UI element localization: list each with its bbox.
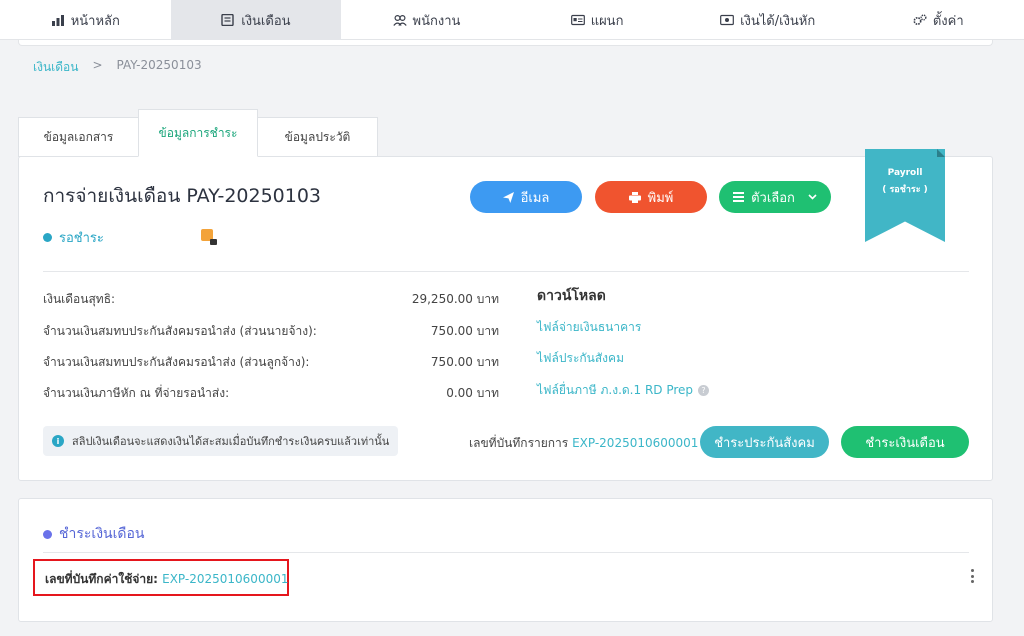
expense-reference: เลขที่บันทึกรายการ EXP-2025010600001 bbox=[469, 434, 698, 453]
nav-item-income-deduction[interactable]: เงินได้/เงินหัก bbox=[682, 0, 853, 40]
locked-tag-icon bbox=[201, 229, 217, 245]
nav-item-home[interactable]: หน้าหลัก bbox=[0, 0, 171, 40]
social-security-employer-label: จำนวนเงินสมทบประกันสังคมรอนำส่ง (ส่วนนาย… bbox=[43, 324, 317, 338]
email-button-label: อีเมล bbox=[520, 190, 550, 206]
nav-label-department: แผนก bbox=[590, 13, 624, 29]
nav-label-payroll: เงินเดือน bbox=[241, 13, 291, 29]
social-security-employee-label: จำนวนเงินสมทบประกันสังคมรอนำส่ง (ส่วนลูก… bbox=[43, 355, 310, 369]
ribbon-fold bbox=[937, 149, 945, 157]
ribbon-title: Payroll bbox=[887, 168, 923, 178]
info-notice-text: สลิปเงินเดือนจะแสดงเงินได้สะสมเมื่อบันทึ… bbox=[72, 435, 390, 448]
breadcrumb-separator: > bbox=[92, 58, 103, 72]
options-dropdown-button[interactable]: ตัวเลือก bbox=[719, 181, 831, 213]
tab-history-info[interactable]: ข้อมูลประวัติ bbox=[257, 117, 378, 157]
status-text: รอชำระ bbox=[59, 231, 104, 246]
expense-record: เลขที่บันทึกค่าใช้จ่าย: EXP-202501060000… bbox=[45, 570, 288, 589]
expense-reference-label: เลขที่บันทึกรายการ bbox=[469, 436, 569, 450]
tax-file-link-label: ไฟล์ยื่นภาษี ภ.ง.ด.1 RD Prep bbox=[537, 383, 694, 397]
nav-item-department[interactable]: แผนก bbox=[512, 0, 683, 40]
nav-item-settings[interactable]: ตั้งค่า bbox=[853, 0, 1024, 40]
expense-record-link[interactable]: EXP-2025010600001 bbox=[162, 572, 288, 586]
nav-item-employees[interactable]: พนักงาน bbox=[341, 0, 512, 40]
email-button[interactable]: อีเมล bbox=[470, 181, 582, 213]
payroll-icon bbox=[221, 14, 234, 26]
social-security-employer-value: 750.00 บาท bbox=[430, 324, 499, 338]
payment-section-title-text: ชำระเงินเดือน bbox=[59, 526, 145, 542]
top-nav: หน้าหลัก เงินเดือน พนักงาน แผนก เงินได้/… bbox=[0, 0, 1024, 40]
social-security-employee-value: 750.00 บาท bbox=[430, 355, 499, 369]
nav-item-payroll[interactable]: เงินเดือน bbox=[170, 0, 342, 40]
info-icon: i bbox=[52, 435, 64, 447]
breadcrumb-current: PAY-20250103 bbox=[116, 58, 202, 72]
nav-label-home: หน้าหลัก bbox=[70, 13, 120, 29]
payment-section-card: ชำระเงินเดือน เลขที่บันทึกค่าใช้จ่าย: EX… bbox=[18, 498, 993, 622]
id-card-icon bbox=[570, 14, 585, 26]
payment-section-title: ชำระเงินเดือน bbox=[43, 523, 144, 545]
withholding-tax-label: จำนวนเงินภาษีหัก ณ ที่จ่ายรอนำส่ง: bbox=[43, 386, 230, 400]
net-salary-label: เงินเดือนสุทธิ: bbox=[43, 292, 116, 306]
nav-label-settings: ตั้งค่า bbox=[932, 13, 964, 29]
status-badge: รอชำระ bbox=[43, 227, 104, 248]
nav-label-income-deduction: เงินได้/เงินหัก bbox=[740, 13, 816, 29]
page-title: การจ่ายเงินเดือน PAY-20250103 bbox=[43, 185, 322, 207]
download-title: ดาวน์โหลด bbox=[537, 288, 606, 304]
ribbon-status: ( รอชำระ ) bbox=[882, 185, 928, 195]
divider bbox=[43, 271, 969, 272]
info-notice: i สลิปเงินเดือนจะแสดงเงินได้สะสมเมื่อบัน… bbox=[43, 426, 398, 456]
money-icon bbox=[720, 14, 734, 26]
tab-payment-info[interactable]: ข้อมูลการชำระ bbox=[138, 109, 258, 157]
send-icon bbox=[502, 191, 514, 203]
print-button[interactable]: พิมพ์ bbox=[595, 181, 707, 213]
payroll-detail-card: การจ่ายเงินเดือน PAY-20250103 รอชำระ อีเ… bbox=[18, 149, 993, 481]
printer-icon bbox=[628, 191, 641, 203]
bank-file-link-label: ไฟล์จ่ายเงินธนาคาร bbox=[537, 320, 642, 334]
more-options-icon[interactable] bbox=[971, 569, 975, 583]
pay-salary-button[interactable]: ชำระเงินเดือน bbox=[841, 426, 969, 458]
chevron-down-icon bbox=[808, 194, 817, 200]
nav-label-employees: พนักงาน bbox=[412, 13, 461, 29]
bar-chart-icon bbox=[51, 15, 64, 26]
net-salary-value: 29,250.00 บาท bbox=[411, 292, 499, 306]
subheader-bar bbox=[18, 40, 993, 46]
help-icon[interactable]: ? bbox=[698, 385, 710, 396]
print-button-label: พิมพ์ bbox=[647, 190, 674, 206]
menu-icon bbox=[733, 192, 745, 202]
social-security-file-link-label: ไฟล์ประกันสังคม bbox=[537, 351, 624, 365]
breadcrumb: เงินเดือน > PAY-20250103 bbox=[33, 58, 202, 77]
pay-social-security-button[interactable]: ชำระประกันสังคม bbox=[700, 426, 829, 458]
expense-record-label: เลขที่บันทึกค่าใช้จ่าย: bbox=[45, 572, 158, 586]
users-icon bbox=[392, 14, 407, 26]
tab-document-info[interactable]: ข้อมูลเอกสาร bbox=[18, 117, 139, 157]
tax-file-link[interactable]: ไฟล์ยื่นภาษี ภ.ง.ด.1 RD Prep ? bbox=[537, 381, 710, 400]
options-button-label: ตัวเลือก bbox=[751, 190, 795, 206]
gears-icon bbox=[913, 14, 927, 26]
withholding-tax-value: 0.00 บาท bbox=[446, 386, 499, 400]
bank-file-link[interactable]: ไฟล์จ่ายเงินธนาคาร bbox=[537, 318, 641, 337]
status-ribbon: Payroll ( รอชำระ ) bbox=[865, 149, 945, 242]
status-dot-icon bbox=[43, 233, 52, 242]
expense-reference-link[interactable]: EXP-2025010600001 bbox=[572, 436, 698, 450]
divider bbox=[43, 552, 969, 553]
breadcrumb-payroll-link[interactable]: เงินเดือน bbox=[33, 58, 78, 77]
section-dot-icon bbox=[43, 529, 52, 539]
social-security-file-link[interactable]: ไฟล์ประกันสังคม bbox=[537, 349, 624, 368]
